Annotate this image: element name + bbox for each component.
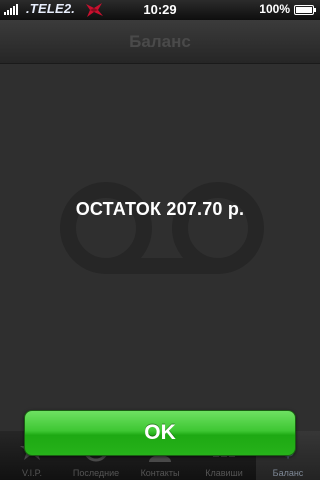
- battery-fill: [296, 7, 312, 13]
- tab-label: Клавиши: [205, 468, 243, 478]
- balance-text: ОСТАТОК 207.70 р.: [75, 199, 245, 219]
- voicemail-icon: [60, 182, 264, 274]
- tab-label: Баланс: [272, 468, 304, 478]
- tab-label: Контакты: [140, 468, 180, 478]
- tab-label: Последние: [72, 468, 120, 478]
- battery-percent: 100%: [259, 2, 290, 16]
- ok-button[interactable]: OK: [24, 410, 296, 456]
- page-title: Баланс: [129, 32, 191, 51]
- battery-icon: [294, 5, 316, 15]
- status-bar: .TELE2. 10:29 100%: [0, 0, 320, 20]
- main-content: ОСТАТОК 207.70 р.: [0, 64, 320, 431]
- navigation-bar: Баланс: [0, 20, 320, 64]
- tab-label: V.I.P.: [21, 468, 43, 478]
